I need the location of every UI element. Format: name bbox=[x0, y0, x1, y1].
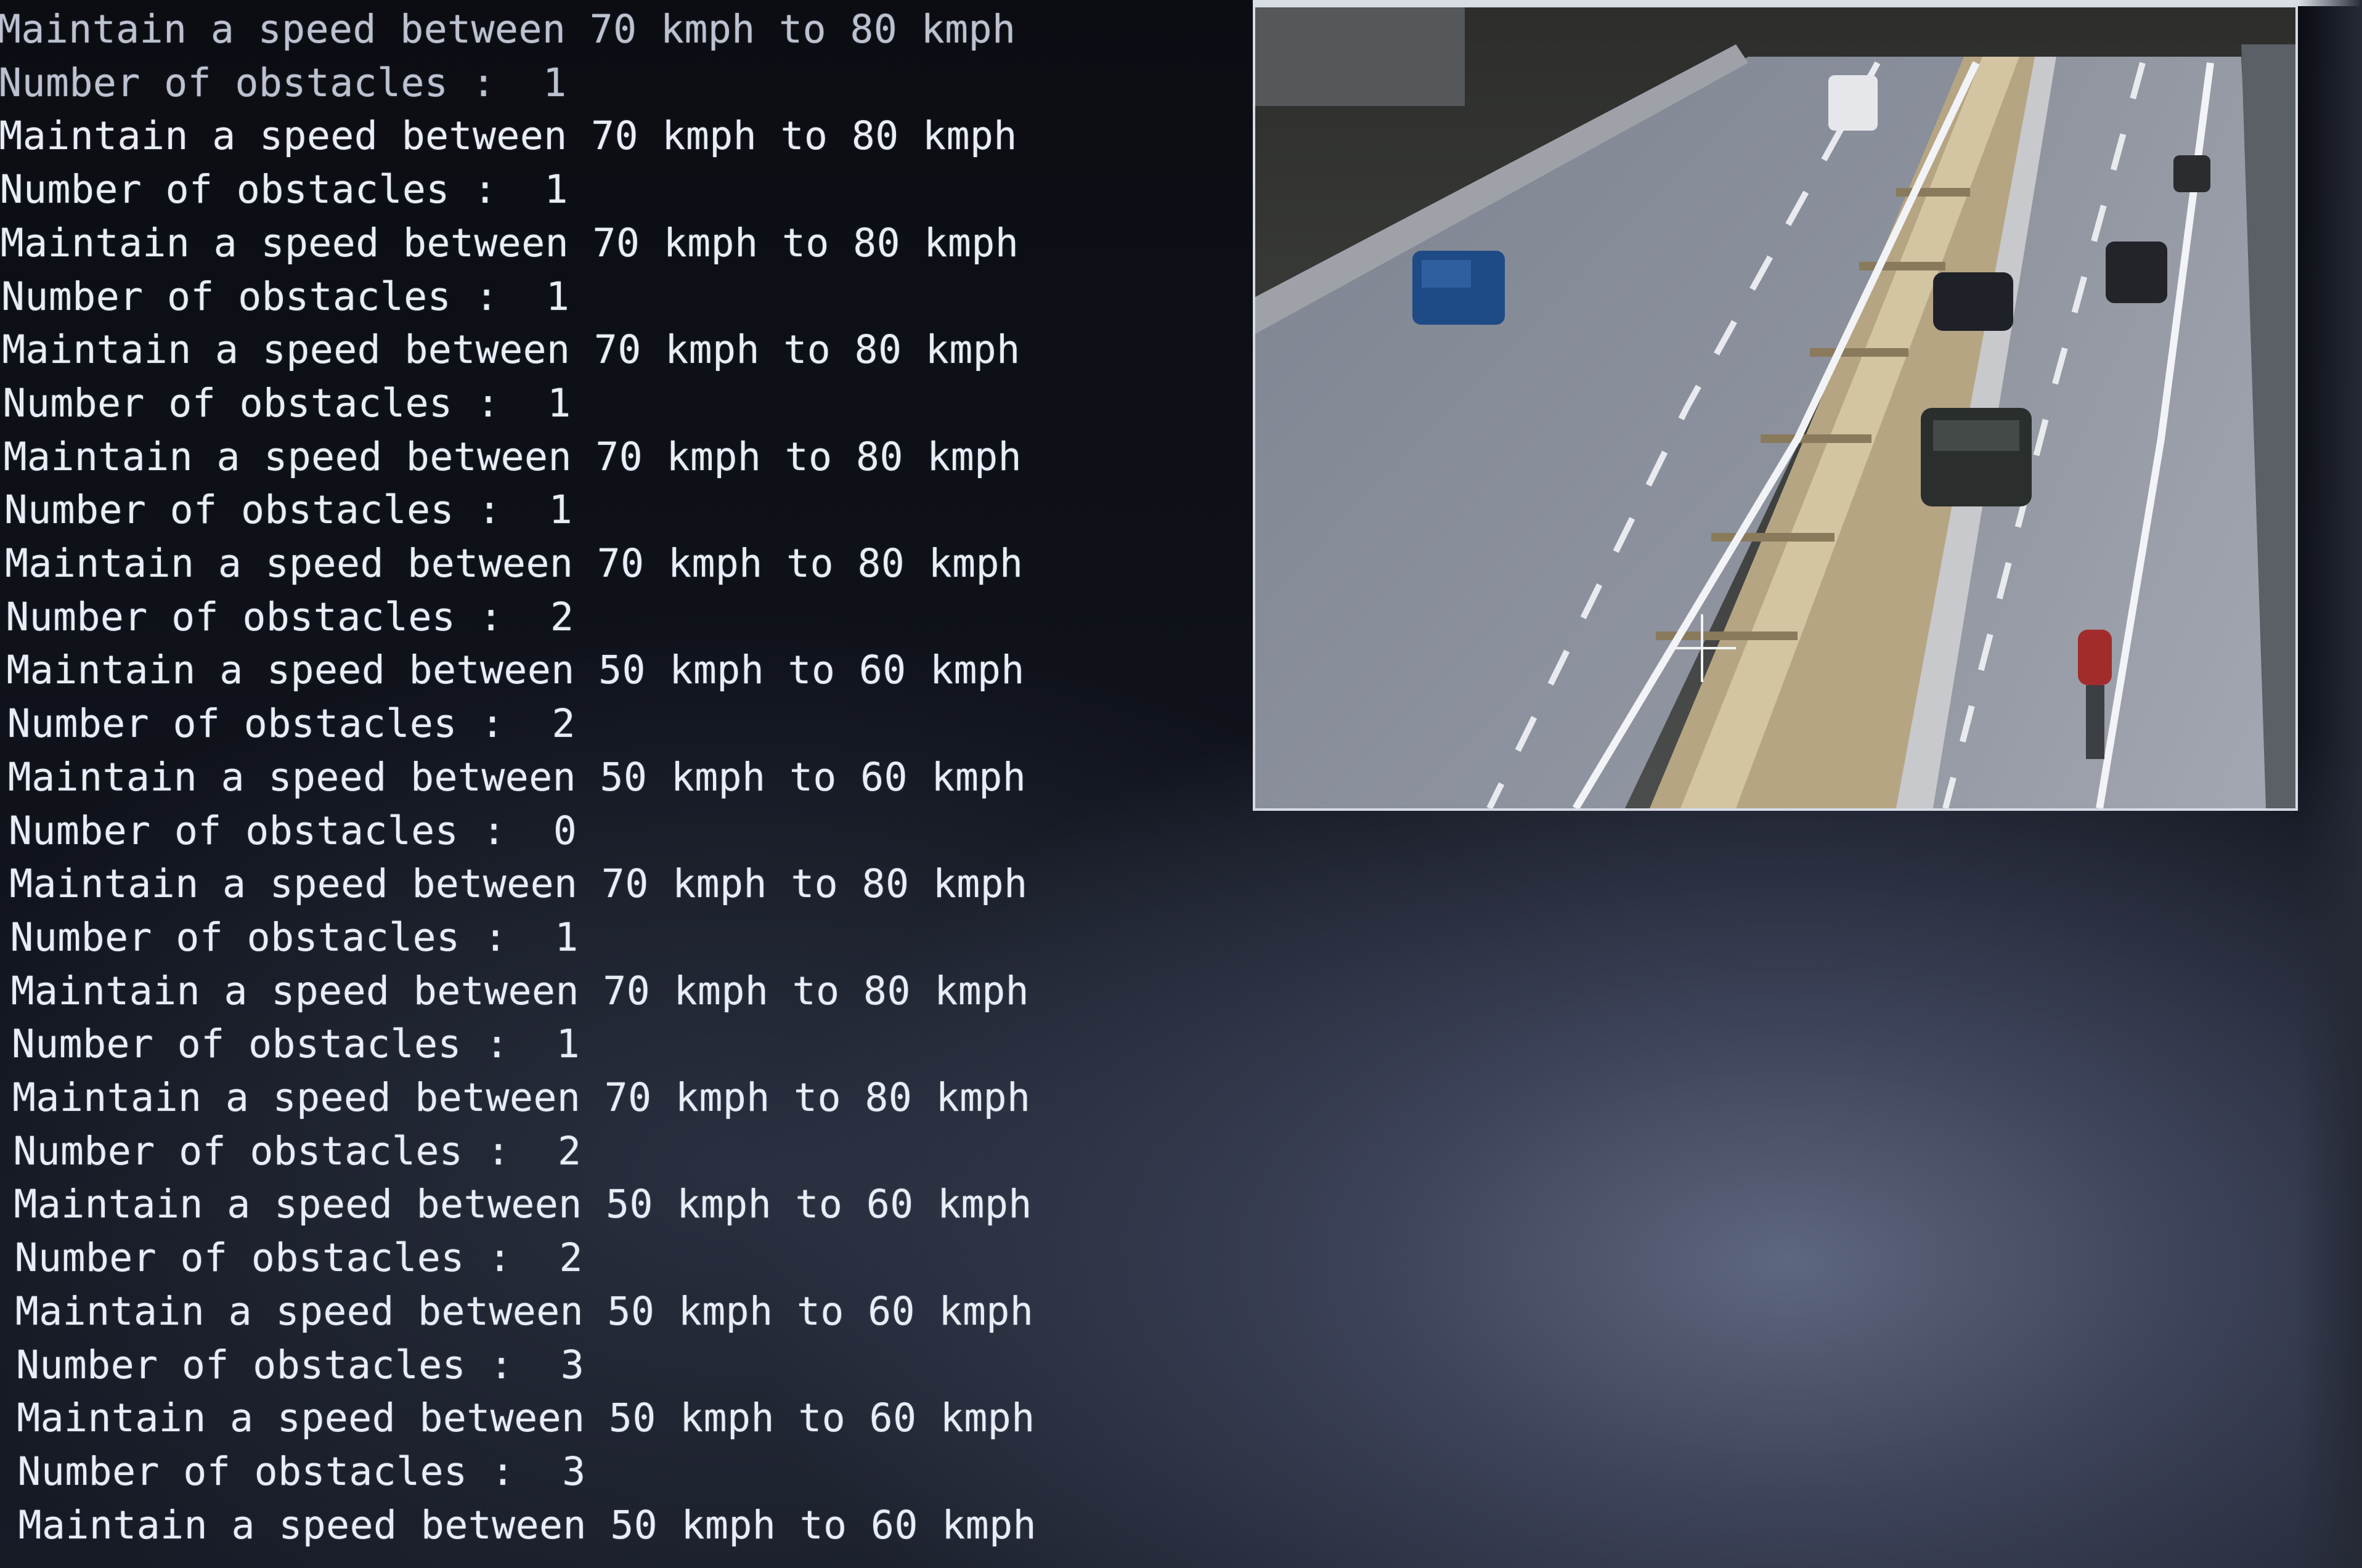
console-line: Number of obstacles : 1 bbox=[0, 167, 568, 213]
console-output: Maintain a speed between 70 kmph to 80 k… bbox=[0, 0, 1183, 1568]
console-line: Maintain a speed between 50 kmph to 60 k… bbox=[15, 1288, 1034, 1334]
console-line: Number of obstacles : 3 bbox=[17, 1448, 586, 1494]
vehicle-black-sedan bbox=[1933, 272, 2013, 331]
console-line: Maintain a speed between 70 kmph to 80 k… bbox=[10, 968, 1030, 1014]
video-frame-window[interactable] bbox=[1253, 5, 2298, 811]
console-line: Number of obstacles : 2 bbox=[14, 1235, 583, 1281]
console-line: Maintain a speed between 70 kmph to 80 k… bbox=[12, 1075, 1031, 1120]
console-line: Number of obstacles : 1 bbox=[1, 274, 570, 319]
console-line: Maintain a speed between 70 kmph to 80 k… bbox=[0, 113, 1017, 159]
highway-camera-frame bbox=[1255, 7, 2295, 808]
vehicle-small-far bbox=[2173, 155, 2210, 192]
console-line: Maintain a speed between 50 kmph to 60 k… bbox=[17, 1395, 1035, 1441]
console-line: Number of obstacles : 0 bbox=[9, 808, 577, 853]
console-line: Number of obstacles : 1 bbox=[4, 487, 573, 533]
console-line: Number of obstacles : 2 bbox=[7, 701, 576, 747]
console-line: Number of obstacles : 2 bbox=[13, 1128, 582, 1174]
console-line: Number of obstacles : 1 bbox=[10, 914, 579, 960]
console-line: Maintain a speed between 70 kmph to 80 k… bbox=[0, 7, 1016, 52]
console-line: Maintain a speed between 50 kmph to 60 k… bbox=[14, 1182, 1032, 1227]
console-line: Maintain a speed between 70 kmph to 80 k… bbox=[0, 220, 1019, 266]
console-line: Number of obstacles : 1 bbox=[11, 1022, 580, 1067]
vehicle-dark-suv bbox=[1921, 408, 2032, 506]
console-line: Number of obstacles : 1 bbox=[2, 380, 571, 426]
console-line: Maintain a speed between 50 kmph to 60 k… bbox=[18, 1502, 1037, 1548]
desktop-screen: Maintain a speed between 70 kmph to 80 k… bbox=[0, 0, 2362, 1568]
console-line: Maintain a speed between 70 kmph to 80 k… bbox=[5, 541, 1024, 586]
console-line: Number of obstacles : 3 bbox=[16, 1342, 585, 1387]
desktop-right-edge bbox=[2299, 0, 2362, 1568]
vehicle-white-van bbox=[1828, 75, 1878, 131]
console-line: Maintain a speed between 70 kmph to 80 k… bbox=[3, 434, 1022, 479]
sign-board bbox=[1255, 7, 1465, 106]
vehicle-black-car-far bbox=[2106, 242, 2167, 303]
console-line: Maintain a speed between 50 kmph to 60 k… bbox=[6, 648, 1025, 693]
console-line: Maintain a speed between 50 kmph to 60 k… bbox=[7, 754, 1027, 800]
console-line: Maintain a speed between 70 kmph to 80 k… bbox=[9, 861, 1028, 907]
console-line: Number of obstacles : 1 bbox=[0, 60, 567, 105]
console-line: Maintain a speed between 70 kmph to 80 k… bbox=[2, 327, 1020, 373]
console-line: Number of obstacles : 2 bbox=[6, 594, 574, 640]
vehicle-blue-van bbox=[1412, 251, 1505, 325]
